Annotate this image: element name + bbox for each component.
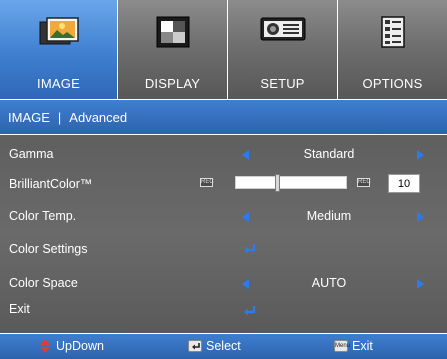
menu-item-color-temp[interactable]: Color Temp. Medium [0,207,447,227]
tab-image[interactable]: IMAGE [0,0,118,99]
gamma-right-arrow-icon[interactable] [417,150,424,160]
breadcrumb-current: Advanced [69,109,128,125]
updown-arrows-icon [40,339,50,353]
color-temp-right-arrow-icon[interactable] [417,212,424,222]
tab-setup[interactable]: SETUP [228,0,338,99]
menu-item-color-settings[interactable]: Color Settings [0,240,447,260]
osd-menu: IMAGE DISPLAY SETUP OPTIONS IMAGE | Adva… [0,0,447,359]
gamma-label: Gamma [9,147,54,161]
tab-bar: IMAGE DISPLAY SETUP OPTIONS [0,0,447,99]
color-space-value: AUTO [311,276,347,290]
slider-increase-icon[interactable]: REC [357,178,371,187]
brilliantcolor-value: 10 [388,174,420,193]
exit-label: Exit [9,302,30,316]
display-icon [156,16,190,53]
footer-exit-label: Exit [352,339,373,353]
footer-select: Select [188,339,241,353]
gamma-value: Standard [303,147,355,161]
color-space-label: Color Space [9,276,78,290]
tab-options[interactable]: OPTIONS [338,0,447,99]
menu-item-gamma[interactable]: Gamma Standard [0,145,447,165]
menu-key-icon: Menu [334,340,350,352]
brilliantcolor-label: BrilliantColor™ [9,177,93,191]
menu-item-color-space[interactable]: Color Space AUTO [0,274,447,294]
footer-bar: UpDown Select Menu Exit [0,334,447,359]
color-settings-label: Color Settings [9,242,88,256]
tab-label-setup: SETUP [260,76,305,91]
tab-label-image: IMAGE [37,76,80,91]
gamma-left-arrow-icon[interactable] [242,150,249,160]
photo-icon [39,16,79,53]
tab-label-options: OPTIONS [362,76,423,91]
color-space-left-arrow-icon[interactable] [242,279,249,289]
color-temp-value: Medium [306,209,352,223]
slider-thumb[interactable] [275,174,280,192]
options-icon [380,16,405,53]
menu-item-brilliantcolor[interactable]: BrilliantColor™ REC REC 10 [0,174,447,195]
tab-display[interactable]: DISPLAY [118,0,228,99]
menu-item-exit[interactable]: Exit [0,300,447,320]
color-temp-label: Color Temp. [9,209,77,223]
breadcrumb-root: IMAGE [8,109,50,125]
slider-decrease-icon[interactable]: REC [200,178,214,187]
breadcrumb: IMAGE | Advanced [0,100,447,134]
tab-label-display: DISPLAY [144,76,201,91]
menu-panel: Gamma Standard BrilliantColor™ REC REC 1… [0,135,447,333]
footer-exit: Menu Exit [334,339,373,353]
projector-icon [260,16,306,47]
color-space-right-arrow-icon[interactable] [417,279,424,289]
enter-icon[interactable] [243,305,257,317]
footer-select-label: Select [206,339,241,353]
enter-key-icon [188,340,202,352]
footer-updown: UpDown [40,339,104,353]
enter-icon[interactable] [243,243,257,255]
color-temp-left-arrow-icon[interactable] [242,212,249,222]
footer-updown-label: UpDown [56,339,104,353]
breadcrumb-separator: | [57,109,62,125]
brilliantcolor-slider[interactable] [235,174,347,192]
